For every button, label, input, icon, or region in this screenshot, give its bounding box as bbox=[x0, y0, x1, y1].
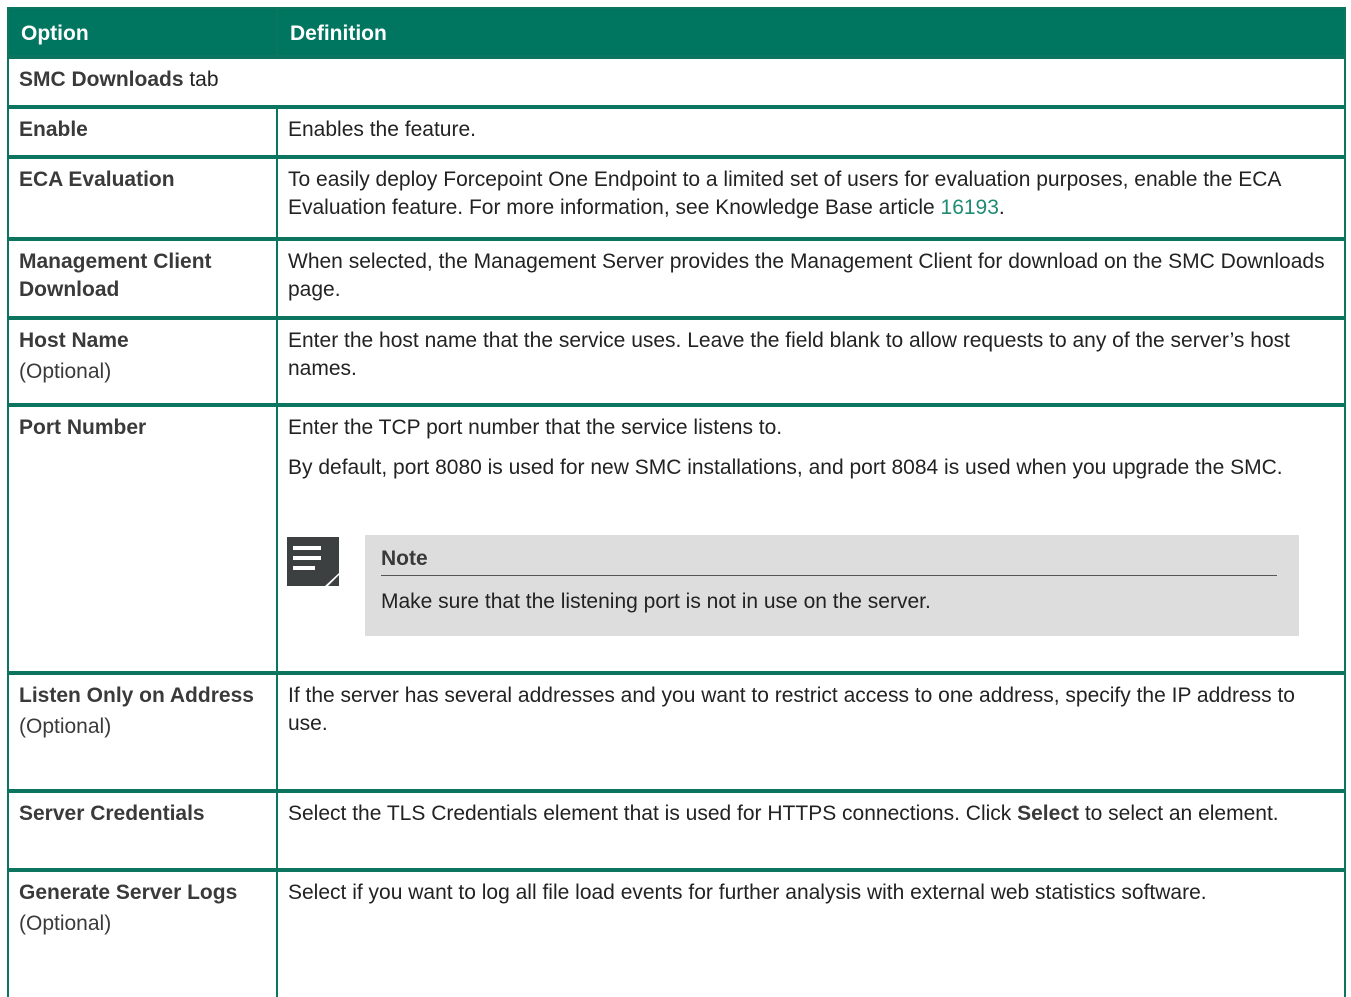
definition-cell-server-credentials: Select the TLS Credentials element that … bbox=[278, 793, 1344, 868]
option-cell-host-name: Host Name (Optional) bbox=[9, 320, 276, 403]
header-option: Option bbox=[9, 9, 276, 55]
option-cell-listen-only-on-address: Listen Only on Address (Optional) bbox=[9, 675, 276, 789]
note-box: Note Make sure that the listening port i… bbox=[365, 535, 1299, 636]
optional-label: (Optional) bbox=[19, 360, 112, 383]
kb-article-link[interactable]: 16193 bbox=[941, 196, 999, 219]
definition-cell-generate-server-logs: Select if you want to log all file load … bbox=[278, 872, 1344, 997]
option-cell-generate-server-logs: Generate Server Logs (Optional) bbox=[9, 872, 276, 997]
select-button-reference: Select bbox=[1017, 802, 1079, 825]
note-icon bbox=[287, 537, 339, 586]
option-cell-enable: Enable bbox=[9, 109, 276, 155]
definition-text: Enter the host name that the service use… bbox=[288, 329, 1290, 380]
option-label: ECA Evaluation bbox=[19, 168, 175, 191]
option-cell-port-number: Port Number bbox=[9, 407, 276, 671]
option-cell-server-credentials: Server Credentials bbox=[9, 793, 276, 868]
definition-text: Enables the feature. bbox=[288, 118, 476, 141]
note-title: Note bbox=[381, 545, 1277, 576]
definition-cell-enable: Enables the feature. bbox=[278, 109, 1344, 155]
option-label: Enable bbox=[19, 118, 88, 141]
section-suffix: tab bbox=[183, 68, 219, 91]
option-label: Listen Only on Address bbox=[19, 684, 254, 707]
definition-cell-host-name: Enter the host name that the service use… bbox=[278, 320, 1344, 403]
definition-text: If the server has several addresses and … bbox=[288, 684, 1295, 735]
option-label: Host Name bbox=[19, 329, 129, 352]
option-cell-management-client-download: Management Client Download bbox=[9, 241, 276, 316]
note-text: Make sure that the listening port is not… bbox=[381, 590, 931, 613]
definition-text: Select if you want to log all file load … bbox=[288, 881, 1207, 904]
definition-paragraph-2: By default, port 8080 is used for new SM… bbox=[288, 456, 1283, 479]
definition-cell-listen-only-on-address: If the server has several addresses and … bbox=[278, 675, 1344, 789]
definition-paragraph-1: Enter the TCP port number that the servi… bbox=[288, 416, 783, 439]
option-label: Server Credentials bbox=[19, 802, 205, 825]
option-label: Management Client Download bbox=[19, 250, 212, 301]
definition-text: To easily deploy Forcepoint One Endpoint… bbox=[288, 168, 1281, 219]
definition-cell-management-client-download: When selected, the Management Server pro… bbox=[278, 241, 1344, 316]
option-label: Generate Server Logs bbox=[19, 881, 238, 904]
option-label: Port Number bbox=[19, 416, 147, 439]
section-name: SMC Downloads bbox=[19, 68, 184, 91]
option-cell-eca-evaluation: ECA Evaluation bbox=[9, 159, 276, 237]
definition-text-post: to select an element. bbox=[1079, 802, 1279, 825]
definition-text: When selected, the Management Server pro… bbox=[288, 250, 1325, 301]
header-definition: Definition bbox=[278, 9, 1344, 55]
section-row: SMC Downloads tab bbox=[9, 59, 1344, 105]
definition-end: . bbox=[998, 196, 1005, 219]
optional-label: (Optional) bbox=[19, 715, 112, 738]
definition-text-pre: Select the TLS Credentials element that … bbox=[288, 802, 1018, 825]
definition-cell-eca-evaluation: To easily deploy Forcepoint One Endpoint… bbox=[278, 159, 1344, 237]
optional-label: (Optional) bbox=[19, 912, 112, 935]
